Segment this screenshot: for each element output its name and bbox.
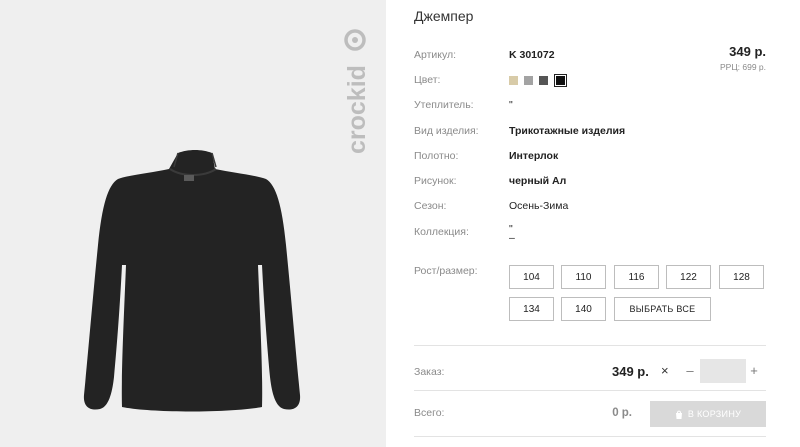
size-option-116[interactable]: 116	[614, 265, 659, 289]
collection-label: Коллекция:	[414, 226, 469, 238]
fabric-label: Полотно:	[414, 150, 459, 162]
add-to-cart-label: В КОРЗИНУ	[687, 409, 742, 419]
pattern-label: Рисунок:	[414, 175, 457, 187]
color-swatch-beige[interactable]	[509, 76, 518, 85]
size-option-104[interactable]: 104	[509, 265, 554, 289]
product-title: Джемпер	[414, 8, 474, 24]
total-value: 0 р.	[612, 407, 632, 419]
product-type-value: Трикотажные изделия	[509, 125, 626, 137]
divider	[414, 345, 766, 346]
product-price: 349 р.	[729, 44, 766, 59]
product-type-label: Вид изделия:	[414, 125, 479, 137]
divider	[414, 436, 766, 437]
cart-bag-icon	[675, 410, 682, 419]
size-option-128[interactable]: 128	[719, 265, 764, 289]
color-swatch-gray[interactable]	[524, 76, 533, 85]
total-label: Всего:	[414, 407, 445, 419]
product-photo-jumper[interactable]	[70, 145, 315, 415]
size-option-110[interactable]: 110	[561, 265, 606, 289]
order-price: 349 р.	[612, 364, 649, 379]
product-image-panel: crockid	[0, 0, 386, 447]
season-label: Сезон:	[414, 200, 447, 212]
color-swatch-black-selected[interactable]	[554, 74, 567, 87]
color-label: Цвет:	[414, 74, 441, 86]
fabric-value: Интерлок	[509, 150, 559, 162]
crockid-logo: crockid	[343, 29, 371, 154]
add-to-cart-button[interactable]: В КОРЗИНУ	[650, 401, 766, 427]
sku-label: Артикул:	[414, 49, 457, 61]
collection-dash: –	[509, 232, 515, 244]
color-swatch-dark-gray[interactable]	[539, 76, 548, 85]
times-sign: ×	[661, 363, 669, 378]
svg-text:crockid: crockid	[343, 65, 371, 154]
quantity-input[interactable]	[700, 359, 746, 383]
season-value: Осень-Зима	[509, 200, 569, 212]
sku-value: K 301072	[509, 49, 555, 61]
collection-value: " –	[509, 224, 515, 244]
insulation-value: "	[509, 99, 513, 111]
select-all-sizes-button[interactable]: ВЫБРАТЬ ВСЕ	[614, 297, 711, 321]
order-label: Заказ:	[414, 366, 445, 378]
increase-quantity-button[interactable]: +	[748, 363, 760, 378]
insulation-label: Утеплитель:	[414, 99, 474, 111]
decrease-quantity-button[interactable]: –	[684, 363, 696, 378]
recommended-retail-price: РРЦ: 699 р.	[720, 62, 766, 72]
size-option-140[interactable]: 140	[561, 297, 606, 321]
size-option-134[interactable]: 134	[509, 297, 554, 321]
divider	[414, 390, 766, 391]
size-option-122[interactable]: 122	[666, 265, 711, 289]
pattern-value: черный Ал	[509, 175, 567, 187]
size-label: Рост/размер:	[414, 265, 478, 277]
